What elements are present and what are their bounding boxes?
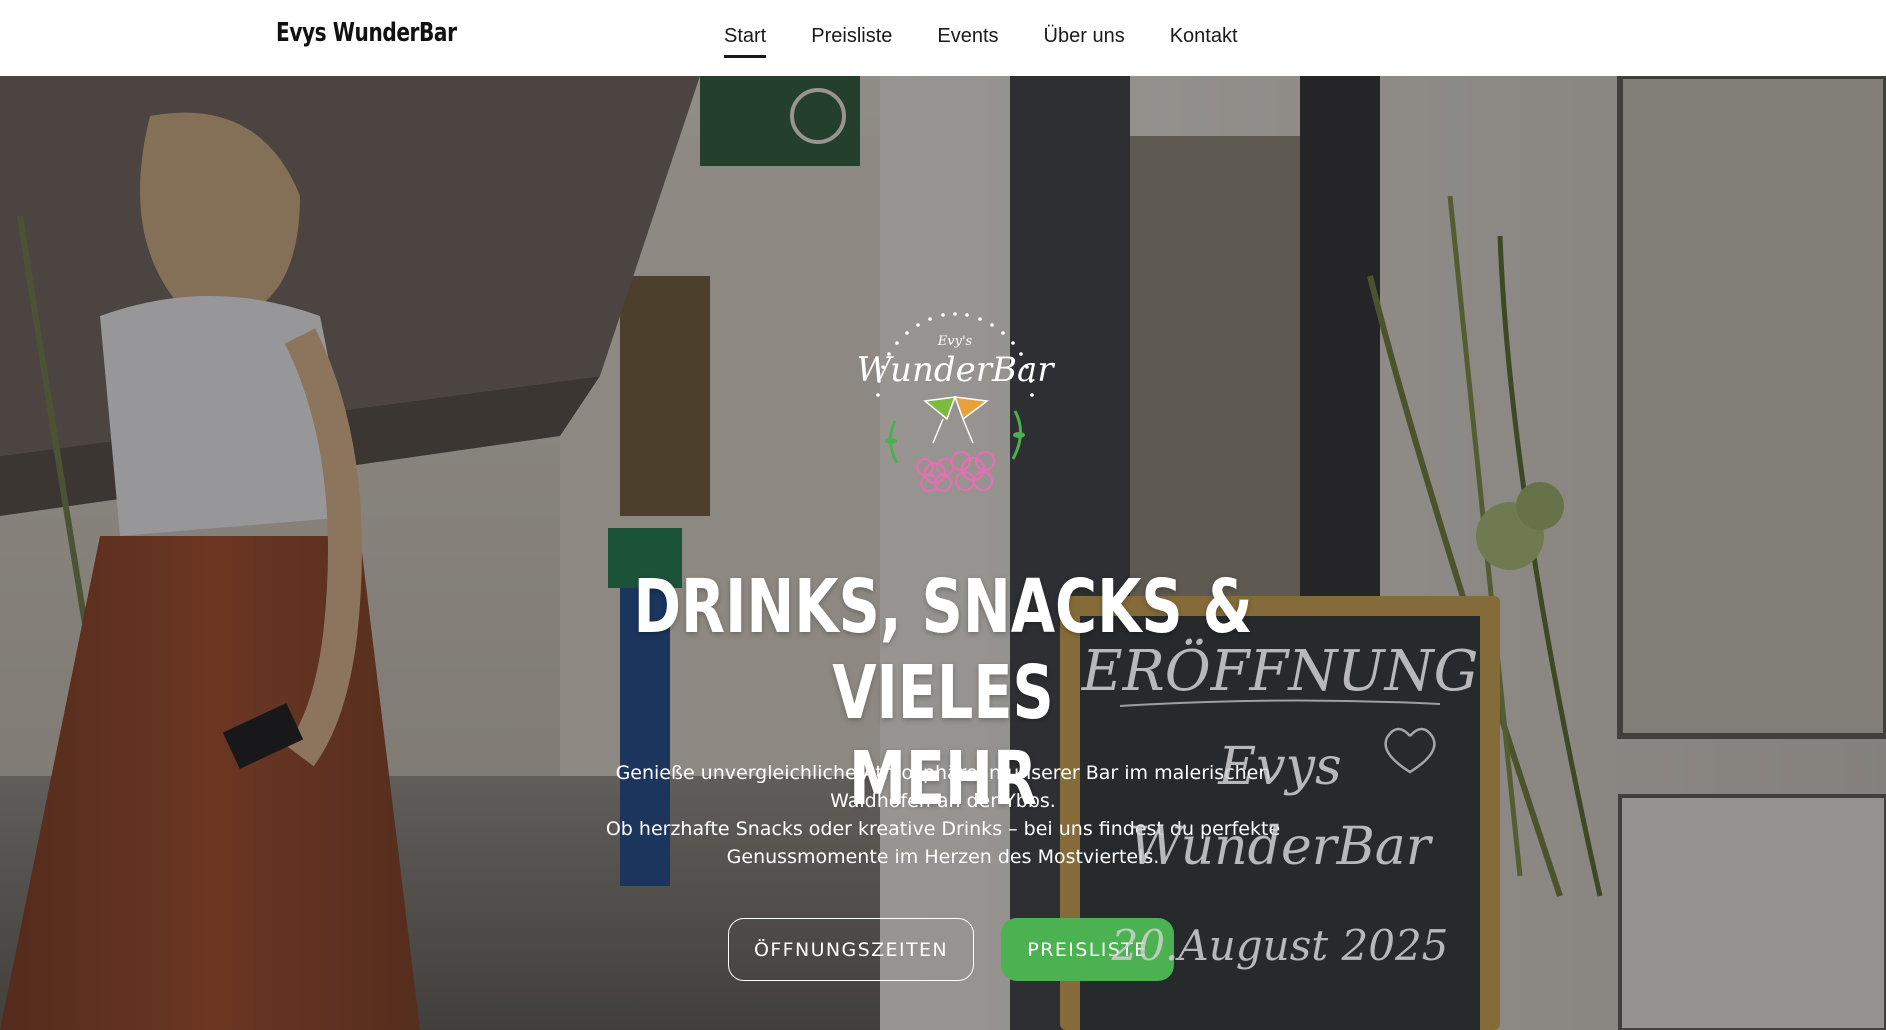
brand-logo-link[interactable]: Evys WunderBar [276, 18, 457, 48]
logo-script-large: WunderBar [856, 350, 1055, 390]
chalkboard-line-3: WunderBar [1129, 817, 1433, 877]
nav-kontakt[interactable]: Kontakt [1170, 19, 1238, 58]
site-header: Evys WunderBar Start Preisliste Events Ü… [0, 0, 1886, 76]
chalkboard-text: ERÖFFNUNG Evys WunderBar 20.August 2025 [1081, 638, 1479, 970]
logo-script-small: Evy's [937, 334, 973, 349]
nav-preisliste[interactable]: Preisliste [811, 19, 892, 58]
opening-hours-button-label: ÖFFNUNGSZEITEN [754, 938, 948, 961]
hero-dark-overlay [0, 76, 1886, 1030]
nav-events[interactable]: Events [937, 19, 998, 58]
hero-section: Evy's WunderBar DRINKS, SNACKS & VIELES … [0, 76, 1886, 1030]
nav-ueber-uns[interactable]: Über uns [1044, 19, 1125, 58]
chalkboard-line-2: Evys [1217, 737, 1341, 797]
main-nav: Start Preisliste Events Über uns Kontakt [724, 0, 1283, 76]
nav-start[interactable]: Start [724, 19, 767, 58]
opening-hours-button[interactable]: ÖFFNUNGSZEITEN [728, 918, 974, 981]
chalkboard-line-4: 20.August 2025 [1111, 921, 1449, 970]
wunderbar-logo-badge: Evy's WunderBar [856, 312, 1055, 493]
chalkboard-line-1: ERÖFFNUNG [1081, 638, 1479, 704]
